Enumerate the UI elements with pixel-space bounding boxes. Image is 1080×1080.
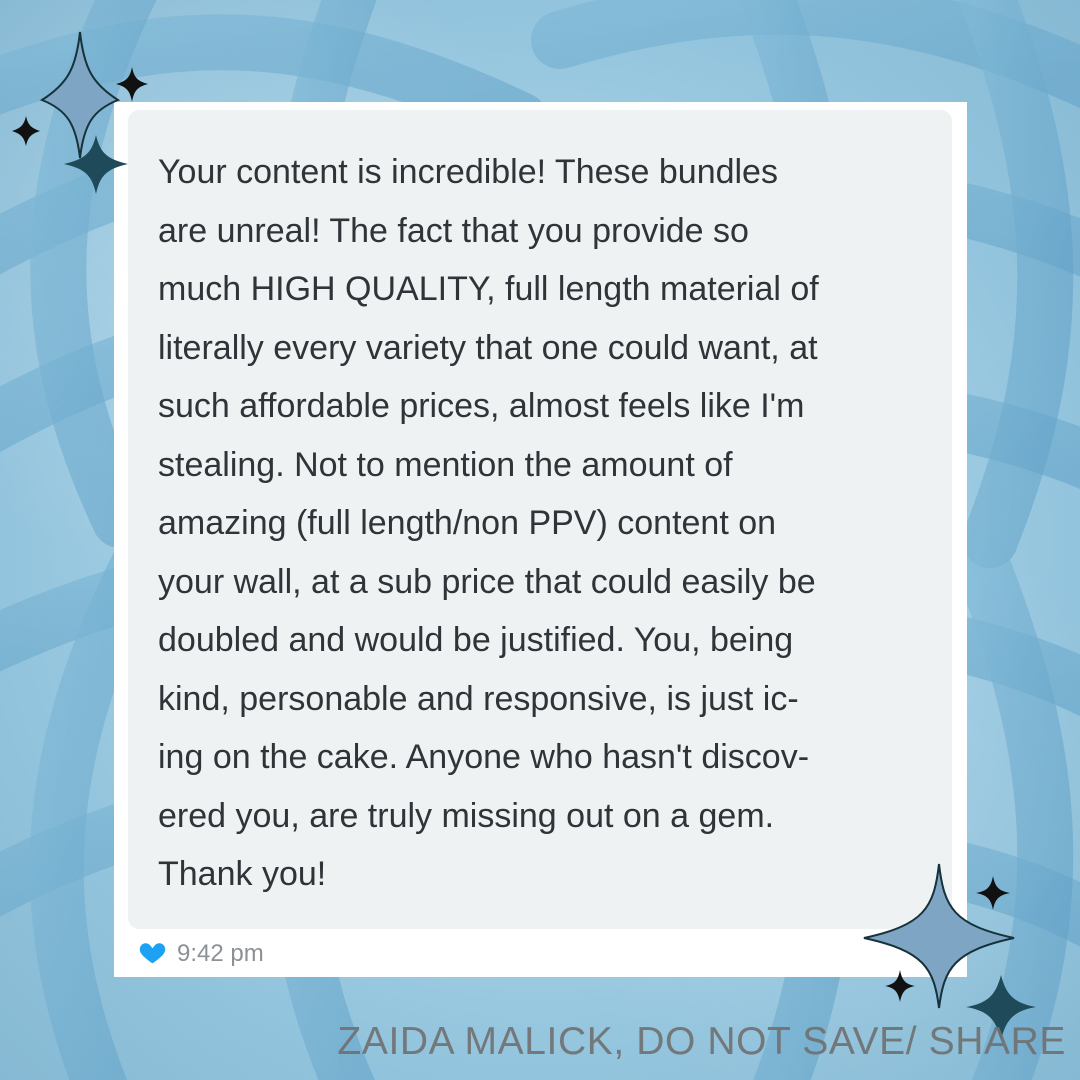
watermark-text: ZAIDA MALICK, DO NOT SAVE/ SHARE bbox=[337, 1020, 1066, 1063]
message-text: Your content is incredible! These bundle… bbox=[158, 153, 819, 893]
heart-icon[interactable] bbox=[138, 938, 167, 967]
message-meta: 9:42 pm bbox=[138, 932, 264, 972]
screenshot-card: Your content is incredible! These bundle… bbox=[114, 102, 967, 977]
message-bubble: Your content is incredible! These bundle… bbox=[128, 110, 952, 929]
message-timestamp: 9:42 pm bbox=[177, 940, 264, 967]
